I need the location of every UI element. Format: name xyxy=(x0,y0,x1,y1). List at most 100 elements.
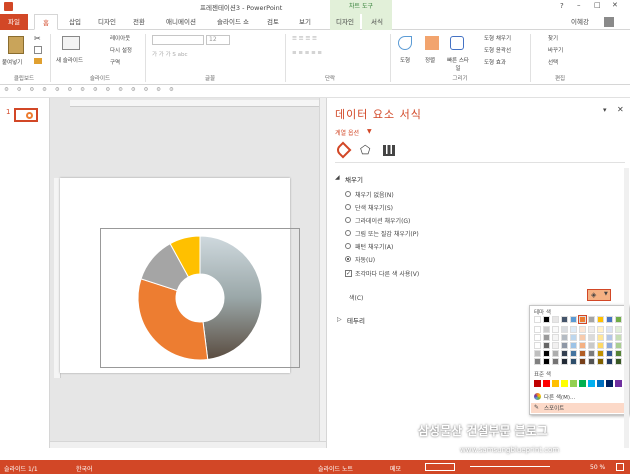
series-options-tab-icon[interactable] xyxy=(383,145,395,156)
theme-color-swatch[interactable] xyxy=(543,316,550,323)
fill-gradient-radio[interactable] xyxy=(345,217,351,223)
fill-auto-radio[interactable] xyxy=(345,256,351,262)
fill-section-header[interactable]: 채우기 xyxy=(345,174,363,184)
find-button[interactable]: 찾기 xyxy=(548,34,558,42)
eyedropper-item[interactable]: 스포이트 xyxy=(544,404,564,412)
theme-color-swatch[interactable] xyxy=(588,358,595,365)
tab-transitions[interactable]: 전환 xyxy=(126,14,152,30)
select-button[interactable]: 선택 xyxy=(548,58,558,66)
new-slide-button[interactable]: 새 슬라이드 xyxy=(56,56,83,64)
standard-color-swatch[interactable] xyxy=(534,380,541,387)
border-expand-icon[interactable]: ▷ xyxy=(337,316,342,323)
standard-color-swatch[interactable] xyxy=(597,380,604,387)
shapes-button[interactable]: 도형 xyxy=(400,56,410,64)
tab-design[interactable]: 디자인 xyxy=(92,14,122,30)
theme-color-swatch[interactable] xyxy=(597,334,604,341)
language-indicator[interactable]: 한국어 xyxy=(76,464,93,473)
theme-color-swatch[interactable] xyxy=(570,358,577,365)
theme-color-swatch[interactable] xyxy=(606,350,613,357)
theme-color-swatch[interactable] xyxy=(579,326,586,333)
theme-color-swatch[interactable] xyxy=(606,334,613,341)
notes-button[interactable]: 슬라이드 노트 xyxy=(318,464,353,473)
theme-color-swatch[interactable] xyxy=(543,342,550,349)
slide-thumbnail[interactable] xyxy=(14,108,38,122)
theme-color-swatch[interactable] xyxy=(534,350,541,357)
theme-color-swatch[interactable] xyxy=(552,350,559,357)
tab-animations[interactable]: 애니메이션 xyxy=(158,14,204,30)
theme-color-swatch[interactable] xyxy=(570,350,577,357)
avatar[interactable] xyxy=(604,17,614,27)
user-name[interactable]: 이혜강 xyxy=(560,14,600,30)
theme-color-swatch[interactable] xyxy=(570,342,577,349)
font-name-box[interactable] xyxy=(152,35,204,45)
help-icon[interactable]: ? xyxy=(560,2,564,10)
standard-color-swatch[interactable] xyxy=(570,380,577,387)
fill-solid-radio[interactable] xyxy=(345,204,351,210)
new-slide-icon[interactable] xyxy=(62,36,80,50)
theme-color-swatch[interactable] xyxy=(615,342,622,349)
arrange-icon[interactable] xyxy=(425,36,439,50)
theme-color-swatch[interactable] xyxy=(534,342,541,349)
theme-color-swatch[interactable] xyxy=(606,326,613,333)
theme-color-swatch[interactable] xyxy=(606,342,613,349)
fill-collapse-icon[interactable]: ◢ xyxy=(335,174,340,181)
theme-color-swatch[interactable] xyxy=(578,315,587,324)
reset-button[interactable]: 다시 설정 xyxy=(110,46,132,54)
theme-color-swatch[interactable] xyxy=(561,326,568,333)
donut-chart[interactable] xyxy=(130,226,270,371)
standard-color-swatch[interactable] xyxy=(552,380,559,387)
theme-color-swatch[interactable] xyxy=(588,334,595,341)
theme-color-swatch[interactable] xyxy=(615,316,622,323)
quick-access-icons[interactable]: ⚙ ⚙ ⚙ ⚙ ⚙ ⚙ ⚙ ⚙ ⚙ ⚙ ⚙ ⚙ ⚙ ⚙ xyxy=(4,87,177,93)
quick-styles-icon[interactable] xyxy=(450,36,464,50)
standard-color-swatch[interactable] xyxy=(615,380,622,387)
theme-color-swatch[interactable] xyxy=(534,326,541,333)
theme-color-swatch[interactable] xyxy=(552,358,559,365)
pane-scrollbar[interactable] xyxy=(624,168,629,448)
tab-chart-format[interactable]: 서식 xyxy=(362,14,392,30)
theme-color-swatch[interactable] xyxy=(552,326,559,333)
vary-colors-checkbox[interactable]: ✓ xyxy=(345,270,352,277)
tab-insert[interactable]: 삽입 xyxy=(62,14,88,30)
border-section-header[interactable]: 테두리 xyxy=(347,315,365,325)
theme-color-swatch[interactable] xyxy=(615,358,622,365)
fill-pattern-radio[interactable] xyxy=(345,243,351,249)
effects-tab-icon[interactable]: ⬠ xyxy=(360,144,370,156)
horizontal-scrollbar[interactable] xyxy=(50,441,326,448)
theme-color-swatch[interactable] xyxy=(588,350,595,357)
theme-color-swatch[interactable] xyxy=(561,334,568,341)
theme-color-swatch[interactable] xyxy=(552,342,559,349)
paste-icon[interactable] xyxy=(8,36,24,54)
fit-slide-icon[interactable] xyxy=(616,463,624,471)
paragraph-buttons[interactable]: ☰ ☰ ☰ ☰ xyxy=(292,36,317,42)
shape-fill-button[interactable]: 도형 채우기 xyxy=(484,34,511,42)
theme-color-swatch[interactable] xyxy=(570,334,577,341)
theme-color-swatch[interactable] xyxy=(615,334,622,341)
theme-color-swatch[interactable] xyxy=(615,350,622,357)
replace-button[interactable]: 바꾸기 xyxy=(548,46,563,54)
standard-color-swatch[interactable] xyxy=(561,380,568,387)
maximize-icon[interactable]: □ xyxy=(594,1,601,9)
theme-color-swatch[interactable] xyxy=(597,342,604,349)
tab-file[interactable]: 파일 xyxy=(0,14,28,30)
theme-color-swatch[interactable] xyxy=(552,334,559,341)
theme-color-swatch[interactable] xyxy=(597,316,604,323)
comments-button[interactable]: 메모 xyxy=(390,464,401,473)
theme-color-swatch[interactable] xyxy=(561,358,568,365)
close-icon[interactable]: ✕ xyxy=(612,1,618,9)
cut-icon[interactable]: ✂ xyxy=(34,34,46,46)
tab-home[interactable]: 홈 xyxy=(34,14,58,30)
theme-color-swatch[interactable] xyxy=(579,358,586,365)
copy-icon[interactable] xyxy=(34,46,42,54)
theme-color-swatch[interactable] xyxy=(543,326,550,333)
zoom-level[interactable]: 50 % xyxy=(590,464,605,471)
theme-color-swatch[interactable] xyxy=(606,358,613,365)
view-buttons[interactable] xyxy=(425,463,455,471)
fill-none-radio[interactable] xyxy=(345,191,351,197)
format-painter-icon[interactable] xyxy=(34,58,42,64)
pane-close-icon[interactable]: ✕ xyxy=(617,105,624,114)
theme-color-swatch[interactable] xyxy=(534,358,541,365)
shape-effects-button[interactable]: 도형 효과 xyxy=(484,58,506,66)
theme-color-swatch[interactable] xyxy=(597,350,604,357)
theme-color-swatch[interactable] xyxy=(561,316,568,323)
